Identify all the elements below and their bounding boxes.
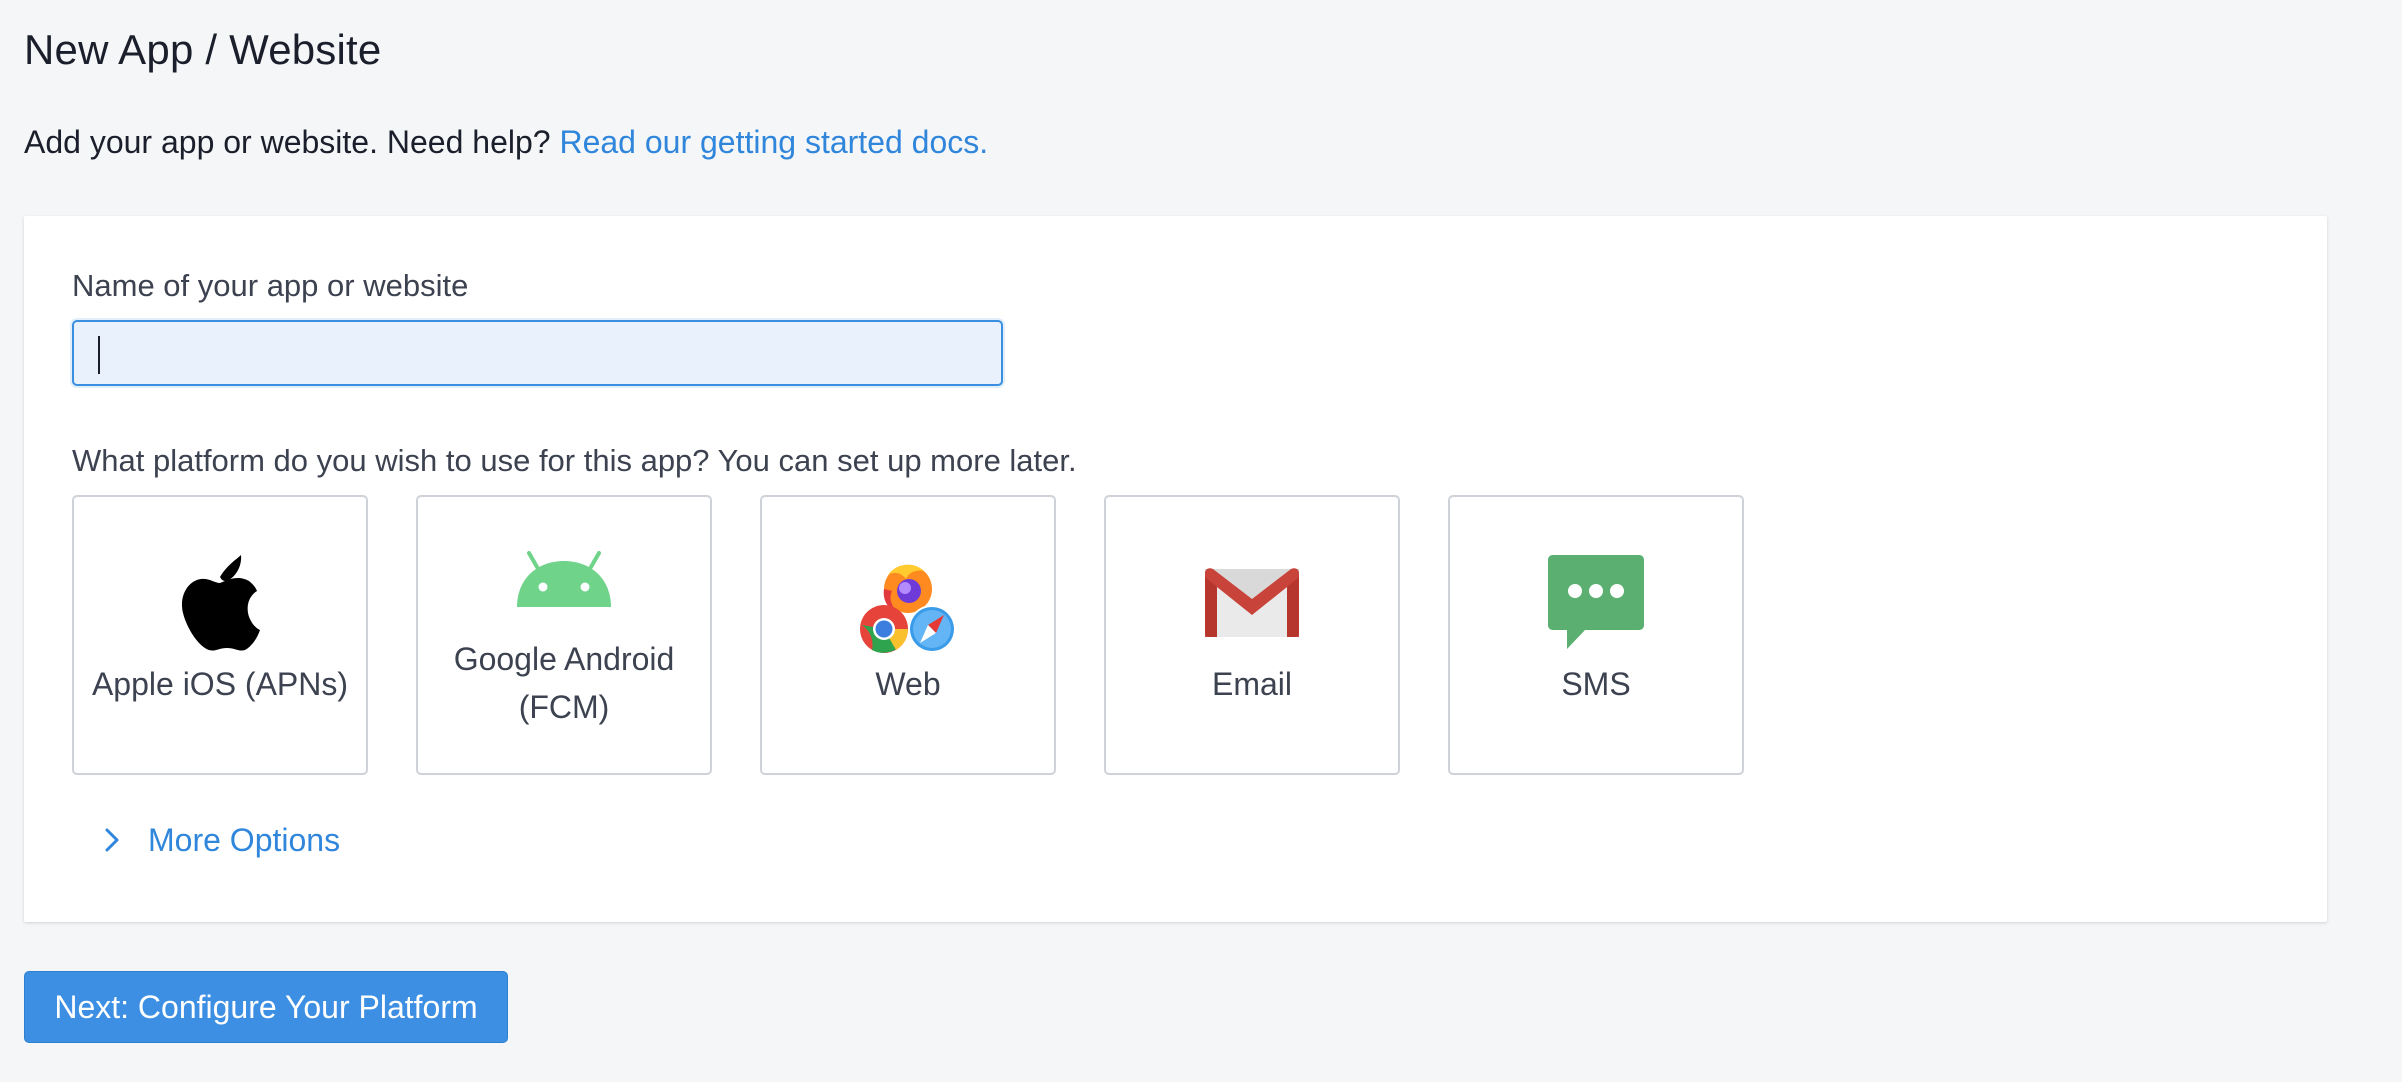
platform-tile-email[interactable]: Email: [1104, 495, 1400, 775]
new-app-form-card: Name of your app or website What platfor…: [24, 216, 2327, 922]
getting-started-docs-link[interactable]: Read our getting started docs.: [559, 124, 988, 160]
more-options-label: More Options: [148, 821, 341, 858]
platform-label-web: Web: [875, 666, 941, 702]
platform-tile-sms[interactable]: SMS: [1448, 495, 1744, 775]
android-icon: [517, 551, 611, 607]
platform-question: What platform do you wish to use for thi…: [72, 443, 1077, 478]
platform-label-email: Email: [1211, 666, 1292, 702]
apple-icon: [181, 555, 260, 651]
sms-chat-icon: [1548, 555, 1644, 649]
gmail-icon: [1205, 568, 1299, 637]
chevron-right-icon: [105, 828, 119, 852]
next-configure-platform-button[interactable]: Next: Configure Your Platform: [24, 971, 508, 1043]
platform-label-google-android-line2: (FCM): [518, 689, 610, 725]
platform-label-google-android: Google Android (FCM): [418, 635, 710, 731]
platform-tile-web[interactable]: Web: [760, 495, 1056, 775]
platform-label-apple-ios: Apple iOS (APNs): [91, 666, 349, 702]
platform-label-sms: SMS: [1561, 666, 1631, 702]
text-cursor: [98, 336, 100, 374]
page-subtitle: Add your app or website. Need help? Read…: [24, 124, 988, 161]
platform-tile-apple-ios[interactable]: Apple iOS (APNs): [72, 495, 368, 775]
page-title: New App / Website: [24, 26, 382, 73]
more-options-toggle[interactable]: More Options: [96, 816, 340, 864]
web-browsers-icon: [860, 564, 956, 653]
app-name-label: Name of your app or website: [72, 268, 469, 303]
platform-label-google-android-line1: Google Android: [453, 641, 675, 677]
subtitle-text: Add your app or website. Need help?: [24, 124, 551, 160]
platform-tile-google-android[interactable]: Google Android (FCM): [416, 495, 712, 775]
app-name-input[interactable]: [72, 320, 1003, 386]
